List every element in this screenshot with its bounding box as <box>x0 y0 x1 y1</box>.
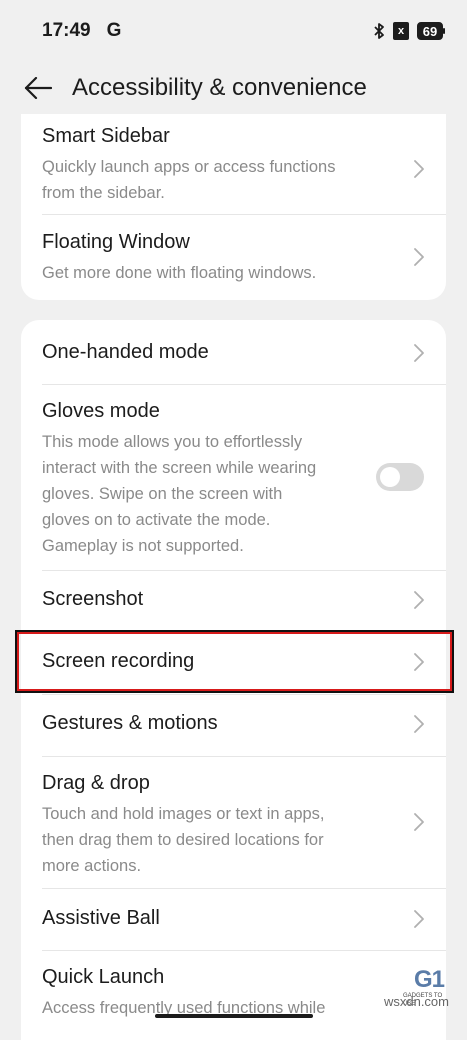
desc-line: interact with the screen while wearing <box>42 459 317 477</box>
one-handed-mode-item[interactable]: One-handed mode <box>21 338 446 374</box>
chevron-right-icon <box>414 715 424 733</box>
quick-launch-item[interactable]: Quick Launch Access frequently used func… <box>21 963 446 1033</box>
battery-level: 69 <box>422 23 438 39</box>
gloves-mode-item[interactable]: Gloves mode This mode allows you to effo… <box>21 397 446 561</box>
item-description: This mode allows you to effortlessly int… <box>42 429 356 559</box>
divider <box>42 950 446 951</box>
divider <box>42 214 446 215</box>
clock: 17:49 <box>42 20 91 41</box>
chevron-right-icon <box>414 344 424 362</box>
desc-line: gloves. Swipe on the screen with <box>42 485 283 503</box>
smart-sidebar-item[interactable]: Smart Sidebar Quickly launch apps or acc… <box>21 122 446 214</box>
desc-line: gloves on to activate the mode. <box>42 511 271 529</box>
watermark-site: wsxdn.com <box>383 994 449 1009</box>
google-icon: G <box>106 20 122 41</box>
sim-x-icon: x <box>393 22 409 40</box>
screen-recording-highlight <box>15 630 454 693</box>
drag-drop-item[interactable]: Drag & drop Touch and hold images or tex… <box>21 769 446 879</box>
nav-gesture-handle[interactable] <box>155 1014 313 1018</box>
settings-card-1: Smart Sidebar Quickly launch apps or acc… <box>21 114 446 300</box>
item-description: Touch and hold images or text in apps, t… <box>42 801 386 879</box>
back-button[interactable] <box>18 68 58 108</box>
desc-line: more actions. <box>42 857 142 875</box>
item-title: One-handed mode <box>42 341 209 363</box>
chevron-right-icon <box>414 813 424 831</box>
back-arrow-icon <box>24 77 52 99</box>
status-left: 17:49 G <box>42 20 121 42</box>
divider <box>42 756 446 757</box>
desc-line: Touch and hold images or text in apps, <box>42 805 325 823</box>
desc-line: Gameplay is not supported. <box>42 537 244 555</box>
desc-line: from the sidebar. <box>42 184 165 202</box>
gestures-motions-item[interactable]: Gestures & motions <box>21 709 446 745</box>
desc-line: Quickly launch apps or access functions <box>42 158 336 176</box>
chevron-right-icon <box>414 591 424 609</box>
divider <box>42 384 446 385</box>
desc-line: This mode allows you to effortlessly <box>42 433 303 451</box>
item-title: Quick Launch <box>42 966 165 988</box>
item-title: Gloves mode <box>42 400 160 422</box>
item-title: Gestures & motions <box>42 712 218 734</box>
watermark-logo-text: G1 <box>413 966 445 993</box>
item-description: Get more done with floating windows. <box>42 260 386 286</box>
chevron-right-icon <box>414 160 424 178</box>
divider <box>42 570 446 571</box>
divider <box>42 694 446 695</box>
toggle-knob <box>380 467 400 487</box>
item-title: Floating Window <box>42 231 190 253</box>
item-description: Quickly launch apps or access functions … <box>42 154 386 206</box>
desc-line: Get more done with floating windows. <box>42 264 317 282</box>
status-bar: 17:49 G x 69 <box>0 0 467 62</box>
gloves-mode-toggle[interactable] <box>376 463 424 491</box>
bluetooth-icon <box>374 23 384 39</box>
assistive-ball-item[interactable]: Assistive Ball <box>21 904 446 940</box>
item-title: Smart Sidebar <box>42 125 170 147</box>
page-title: Accessibility & convenience <box>72 74 367 101</box>
app-bar: Accessibility & convenience <box>0 62 467 114</box>
status-right: x 69 <box>373 22 445 40</box>
chevron-right-icon <box>414 910 424 928</box>
divider <box>42 888 446 889</box>
floating-window-item[interactable]: Floating Window Get more done with float… <box>21 228 446 288</box>
item-title: Assistive Ball <box>42 907 160 929</box>
desc-line: then drag them to desired locations for <box>42 831 324 849</box>
battery-icon: 69 <box>417 22 445 40</box>
item-title: Drag & drop <box>42 772 150 794</box>
chevron-right-icon <box>414 248 424 266</box>
item-title: Screenshot <box>42 588 144 610</box>
screenshot-item[interactable]: Screenshot <box>21 585 446 621</box>
